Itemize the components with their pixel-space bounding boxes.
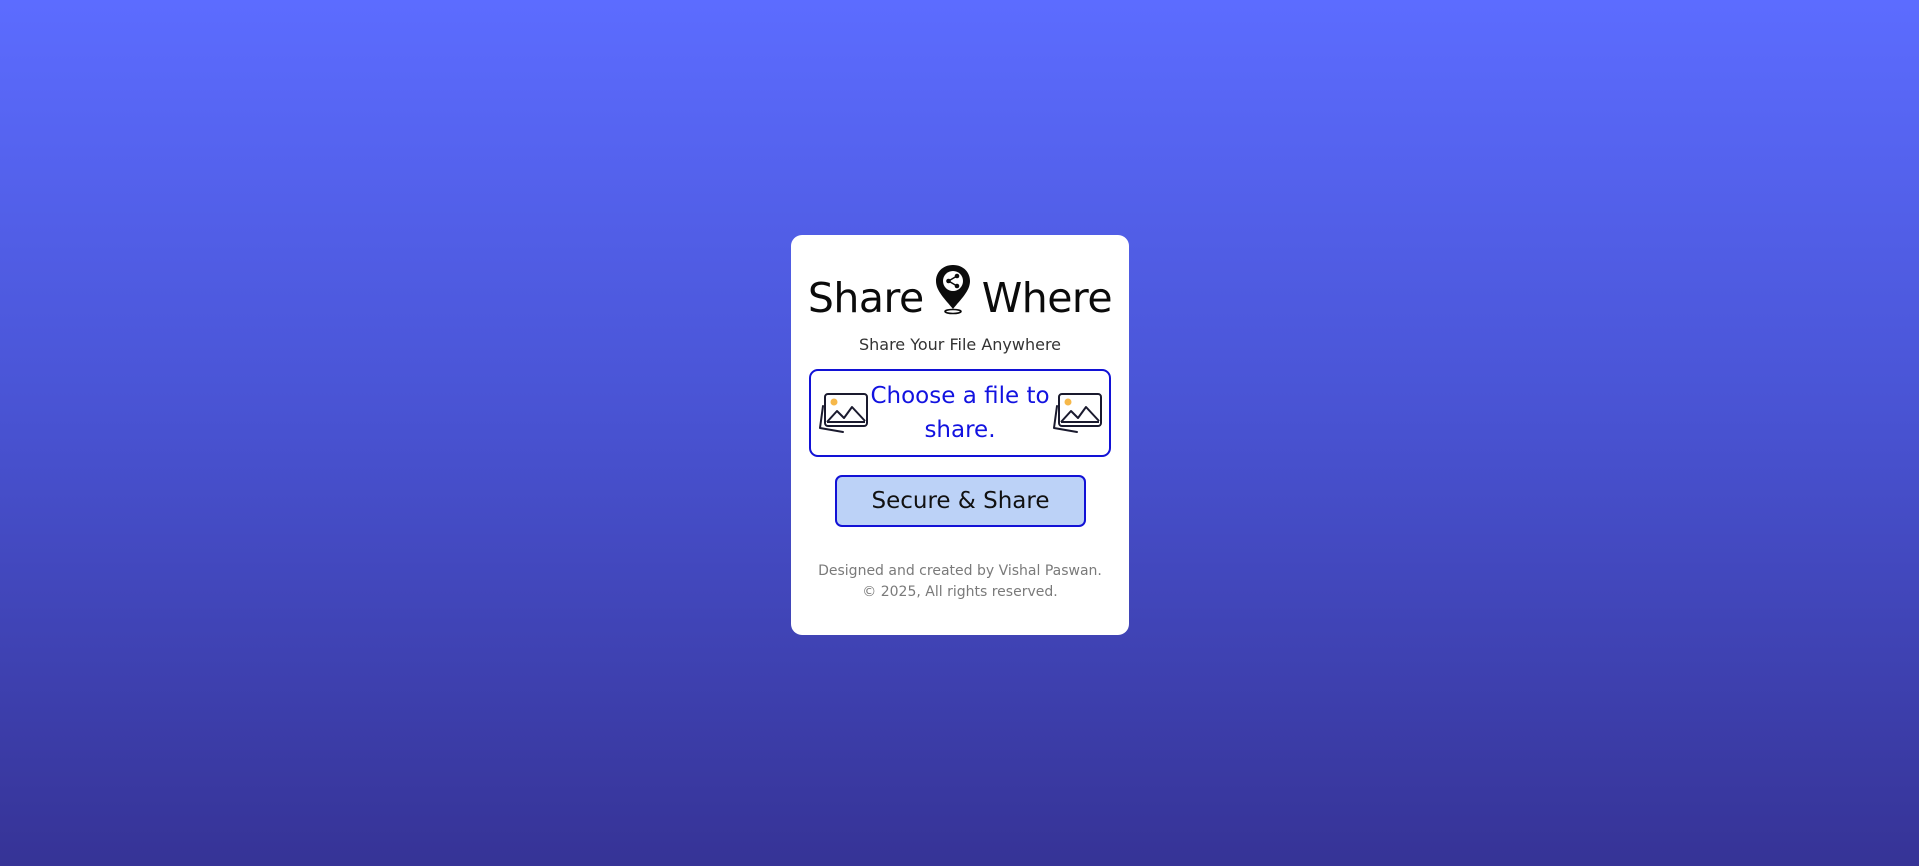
footer-credit: Designed and created by Vishal Paswan. <box>818 563 1102 579</box>
image-gallery-icon <box>817 388 869 438</box>
footer: Designed and created by Vishal Paswan. ©… <box>791 561 1129 603</box>
share-card: Share Where Share Your File Anywhere Cho… <box>791 235 1129 635</box>
file-picker-label: Choose a file to share. <box>870 383 1050 443</box>
app-title-left: Share <box>807 274 924 322</box>
footer-copyright: © 2025, All rights reserved. <box>862 584 1058 600</box>
image-gallery-icon <box>1051 388 1103 438</box>
app-title-right: Where <box>981 274 1113 322</box>
file-picker[interactable]: Choose a file to share. <box>809 369 1111 457</box>
app-title: Share Where <box>791 265 1129 321</box>
secure-share-button[interactable]: Secure & Share <box>835 475 1086 527</box>
location-pin-share-icon <box>932 263 974 315</box>
app-subtitle: Share Your File Anywhere <box>858 335 1062 354</box>
